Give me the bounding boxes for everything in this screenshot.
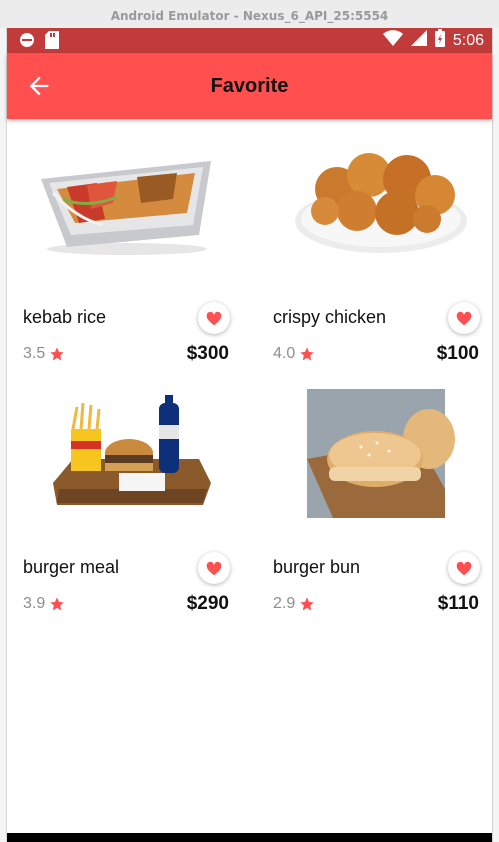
rating-value: 4.0 bbox=[273, 345, 296, 362]
rating: 2.9 bbox=[273, 595, 315, 613]
heart-icon bbox=[206, 561, 222, 576]
favorite-heart-button[interactable] bbox=[448, 302, 480, 334]
heart-icon bbox=[206, 311, 222, 326]
rating: 3.9 bbox=[23, 595, 65, 613]
food-card-kebab-rice[interactable]: kebab rice 3.5 $300 bbox=[7, 139, 237, 384]
status-bar: 5:06 bbox=[7, 28, 492, 53]
star-icon bbox=[300, 597, 314, 611]
favorite-heart-button[interactable] bbox=[198, 302, 230, 334]
food-name: kebab rice bbox=[23, 307, 107, 327]
battery-icon bbox=[434, 29, 445, 52]
price: $290 bbox=[186, 593, 229, 614]
food-card-burger-meal[interactable]: burger meal 3.9 $290 bbox=[7, 389, 237, 634]
crispy-chicken-image bbox=[277, 139, 477, 279]
burger-meal-image bbox=[27, 389, 227, 529]
app-bar: Favorite bbox=[7, 53, 492, 119]
food-name: burger bun bbox=[273, 557, 361, 577]
price: $110 bbox=[437, 593, 479, 614]
page-title: Favorite bbox=[210, 75, 289, 97]
rating-value: 3.5 bbox=[23, 345, 46, 362]
rating-value: 3.9 bbox=[23, 595, 46, 612]
favorite-heart-button[interactable] bbox=[198, 552, 230, 584]
kebab-rice-image bbox=[27, 139, 227, 279]
cell-signal-icon bbox=[410, 30, 427, 51]
food-card-crispy-chicken[interactable]: crispy chicken 4.0 $100 bbox=[257, 139, 487, 384]
rating: 4.0 bbox=[273, 345, 315, 363]
heart-icon bbox=[456, 561, 472, 576]
favorite-heart-button[interactable] bbox=[448, 552, 480, 584]
window-right-edge bbox=[492, 28, 499, 842]
star-icon bbox=[50, 347, 64, 361]
emulator-window-title: Android Emulator - Nexus_6_API_25:5554 bbox=[0, 0, 499, 28]
heart-icon bbox=[456, 311, 472, 326]
rating-value: 2.9 bbox=[273, 595, 296, 612]
system-nav-bar bbox=[7, 833, 492, 842]
rating: 3.5 bbox=[23, 345, 65, 363]
price: $300 bbox=[186, 343, 229, 364]
star-icon bbox=[300, 347, 314, 361]
price: $100 bbox=[436, 343, 479, 364]
burger-bun-image bbox=[277, 380, 477, 529]
food-name: burger meal bbox=[23, 557, 120, 577]
food-card-burger-bun[interactable]: burger bun 2.9 $110 bbox=[257, 380, 487, 634]
sd-card-icon bbox=[45, 31, 59, 54]
window-left-edge bbox=[0, 28, 7, 842]
food-name: crispy chicken bbox=[273, 307, 387, 327]
app-notification-icon bbox=[19, 32, 35, 53]
star-icon bbox=[50, 597, 64, 611]
wifi-icon bbox=[382, 30, 403, 51]
status-time: 5:06 bbox=[452, 31, 484, 49]
